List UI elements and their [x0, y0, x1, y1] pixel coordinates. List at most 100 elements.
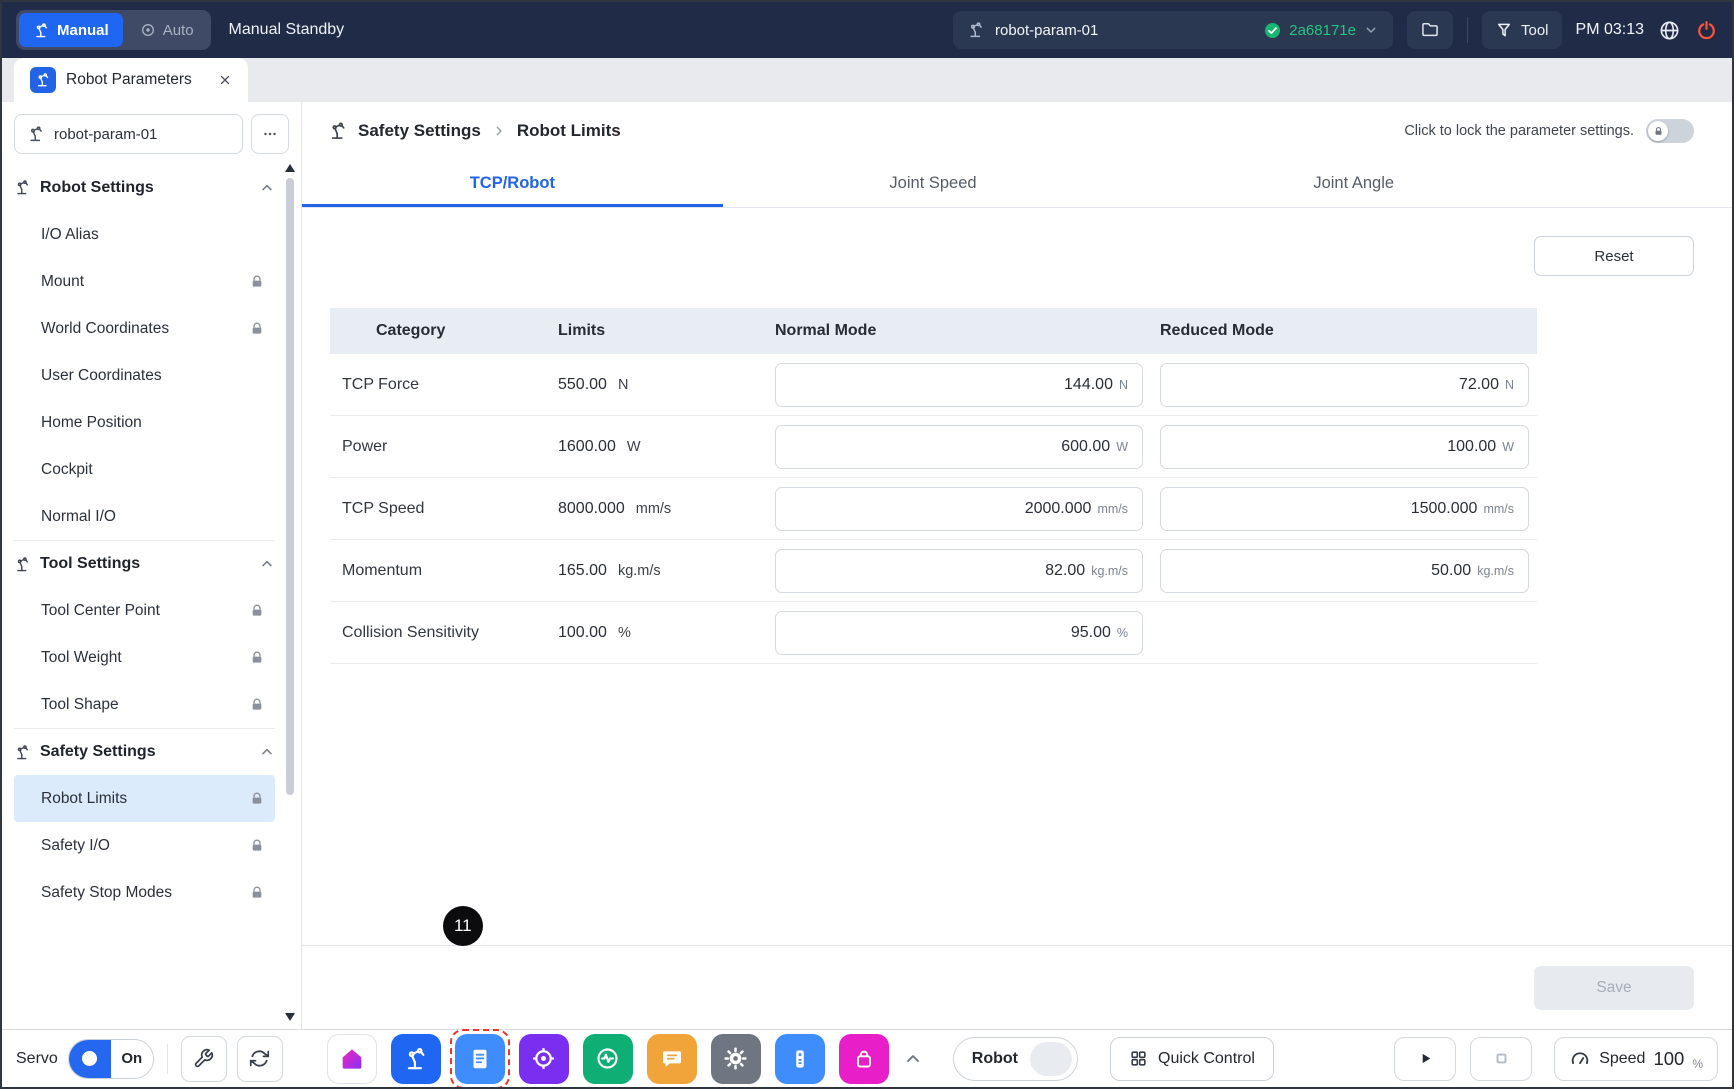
sidebar-item-tool-weight[interactable]: Tool Weight [14, 634, 275, 681]
robot-arm-icon [328, 121, 348, 141]
dock-icon-remote-control[interactable] [775, 1034, 825, 1084]
tab-joint-speed[interactable]: Joint Speed [723, 160, 1144, 207]
robot-toggle-knob [1030, 1042, 1072, 1076]
normal-mode-input[interactable]: 600.00W [775, 425, 1143, 469]
sidebar-scrollbar[interactable] [284, 164, 296, 1021]
tab-close-button[interactable] [218, 73, 232, 87]
quick-control-button[interactable]: Quick Control [1110, 1037, 1274, 1081]
sidebar-item-safety-i-o[interactable]: Safety I/O [14, 822, 275, 869]
tab-joint-angle[interactable]: Joint Angle [1143, 160, 1564, 207]
robot-mode-toggle[interactable]: Robot [953, 1037, 1078, 1081]
lock-parameters-toggle[interactable] [1646, 119, 1694, 143]
scroll-down-arrow[interactable] [285, 1013, 295, 1021]
manual-mode-button[interactable]: Manual [19, 13, 123, 47]
network-globe-button[interactable] [1658, 19, 1681, 42]
sidebar-item-tool-shape[interactable]: Tool Shape [14, 681, 275, 728]
auto-mode-button[interactable]: Auto [126, 13, 208, 47]
category-cell: Collision Sensitivity [330, 624, 558, 642]
speed-control[interactable]: Speed 100 % [1554, 1037, 1718, 1081]
save-button[interactable]: Save [1534, 966, 1694, 1010]
active-parameter-name: robot-param-01 [995, 22, 1098, 39]
sidebar-item-label: Tool Shape [41, 696, 249, 714]
breadcrumb-parent[interactable]: Safety Settings [358, 121, 481, 141]
dock-icon-monitoring[interactable] [583, 1034, 633, 1084]
table-header-row: Category Limits Normal Mode Reduced Mode [330, 308, 1537, 354]
main-content: Safety Settings Robot Limits Click to lo… [302, 102, 1732, 1029]
normal-mode-input[interactable]: 82.00kg.m/s [775, 549, 1143, 593]
dock-icon-log-messages[interactable] [647, 1034, 697, 1084]
dock-icon-robot-parameters[interactable] [391, 1034, 441, 1084]
check-circle-icon [1263, 21, 1282, 40]
main-footer: Save [302, 945, 1732, 1029]
lock-icon [249, 650, 265, 666]
scroll-up-arrow[interactable] [285, 164, 295, 172]
tab-tcp-robot[interactable]: TCP/Robot [302, 160, 723, 207]
sidebar-item-world-coordinates[interactable]: World Coordinates [14, 305, 275, 352]
chevron-up-icon [259, 744, 275, 760]
sidebar-item-robot-limits[interactable]: Robot Limits [14, 775, 275, 822]
header-reduced-mode: Reduced Mode [1160, 322, 1537, 340]
sidebar-item-label: Safety I/O [41, 837, 249, 855]
dock-collapse-button[interactable] [903, 1049, 923, 1069]
tab-bar: Robot Parameters [2, 58, 1732, 102]
tool-button[interactable]: Tool [1482, 11, 1562, 49]
sidebar-section-safety-settings[interactable]: Safety Settings [14, 728, 275, 775]
play-icon [1416, 1049, 1435, 1068]
screen-rotate-icon [249, 1048, 270, 1069]
normal-mode-input[interactable]: 95.00% [775, 611, 1143, 655]
auto-label: Auto [163, 22, 194, 39]
robot-arm-icon [27, 125, 45, 143]
chevron-up-icon [259, 556, 275, 572]
servo-toggle[interactable]: On [68, 1039, 154, 1079]
dock-icon-jog-target[interactable] [519, 1034, 569, 1084]
open-folder-button[interactable] [1407, 11, 1453, 49]
active-parameter-pill[interactable]: robot-param-01 2a68171e [953, 11, 1393, 49]
sidebar-item-i-o-alias[interactable]: I/O Alias [14, 211, 275, 258]
sidebar-item-mount[interactable]: Mount [14, 258, 275, 305]
table-row-power: Power1600.00W600.00W100.00W [330, 416, 1537, 478]
dock-icon-store[interactable] [839, 1034, 889, 1084]
power-button[interactable] [1695, 19, 1718, 42]
sidebar-item-cockpit[interactable]: Cockpit [14, 446, 275, 493]
dock-icon-home[interactable] [327, 1034, 377, 1084]
screen-rotate-button[interactable] [237, 1036, 283, 1082]
reduced-mode-input[interactable]: 100.00W [1160, 425, 1529, 469]
reduced-mode-input[interactable]: 1500.000mm/s [1160, 487, 1529, 531]
reduced-mode-input[interactable]: 50.00kg.m/s [1160, 549, 1529, 593]
speed-label: Speed [1599, 1050, 1645, 1068]
play-button[interactable] [1394, 1037, 1456, 1081]
more-options-button[interactable] [251, 114, 289, 154]
dock-icon-program-document[interactable]: 11 [455, 1034, 505, 1084]
normal-mode-input[interactable]: 144.00N [775, 363, 1143, 407]
sidebar-item-safety-stop-modes[interactable]: Safety Stop Modes [14, 869, 275, 916]
reduced-mode-input[interactable]: 72.00N [1160, 363, 1529, 407]
sidebar-item-normal-i-o[interactable]: Normal I/O [14, 493, 275, 540]
speed-unit: % [1692, 1057, 1703, 1071]
input-value: 95.00 [1071, 624, 1111, 642]
bottombar-divider [167, 1044, 168, 1074]
robot-arm-icon [33, 22, 50, 39]
mode-switcher: Manual Auto [16, 10, 211, 50]
input-unit: mm/s [1483, 502, 1514, 516]
sidebar-item-home-position[interactable]: Home Position [14, 399, 275, 446]
tab-robot-parameters[interactable]: Robot Parameters [14, 58, 248, 102]
sidebar-section-robot-settings[interactable]: Robot Settings [14, 164, 275, 211]
utilities-button[interactable] [181, 1036, 227, 1082]
stop-button[interactable] [1470, 1037, 1532, 1081]
sidebar-item-tool-center-point[interactable]: Tool Center Point [14, 587, 275, 634]
category-cell: TCP Speed [330, 500, 558, 518]
sidebar-item-label: World Coordinates [41, 320, 249, 338]
normal-mode-input[interactable]: 2000.000mm/s [775, 487, 1143, 531]
reset-button[interactable]: Reset [1534, 236, 1694, 276]
parameter-name-field[interactable]: robot-param-01 [14, 114, 243, 154]
header-category: Category [330, 322, 558, 340]
app-dock: 11 [327, 1034, 889, 1084]
sidebar-section-tool-settings[interactable]: Tool Settings [14, 540, 275, 587]
lock-hint-text: Click to lock the parameter settings. [1404, 123, 1634, 139]
bag-icon [851, 1046, 877, 1072]
scrollbar-thumb[interactable] [286, 178, 294, 795]
sidebar-item-user-coordinates[interactable]: User Coordinates [14, 352, 275, 399]
dock-icon-settings[interactable] [711, 1034, 761, 1084]
commit-area[interactable]: 2a68171e [1263, 21, 1379, 40]
chevron-up-icon [259, 180, 275, 196]
